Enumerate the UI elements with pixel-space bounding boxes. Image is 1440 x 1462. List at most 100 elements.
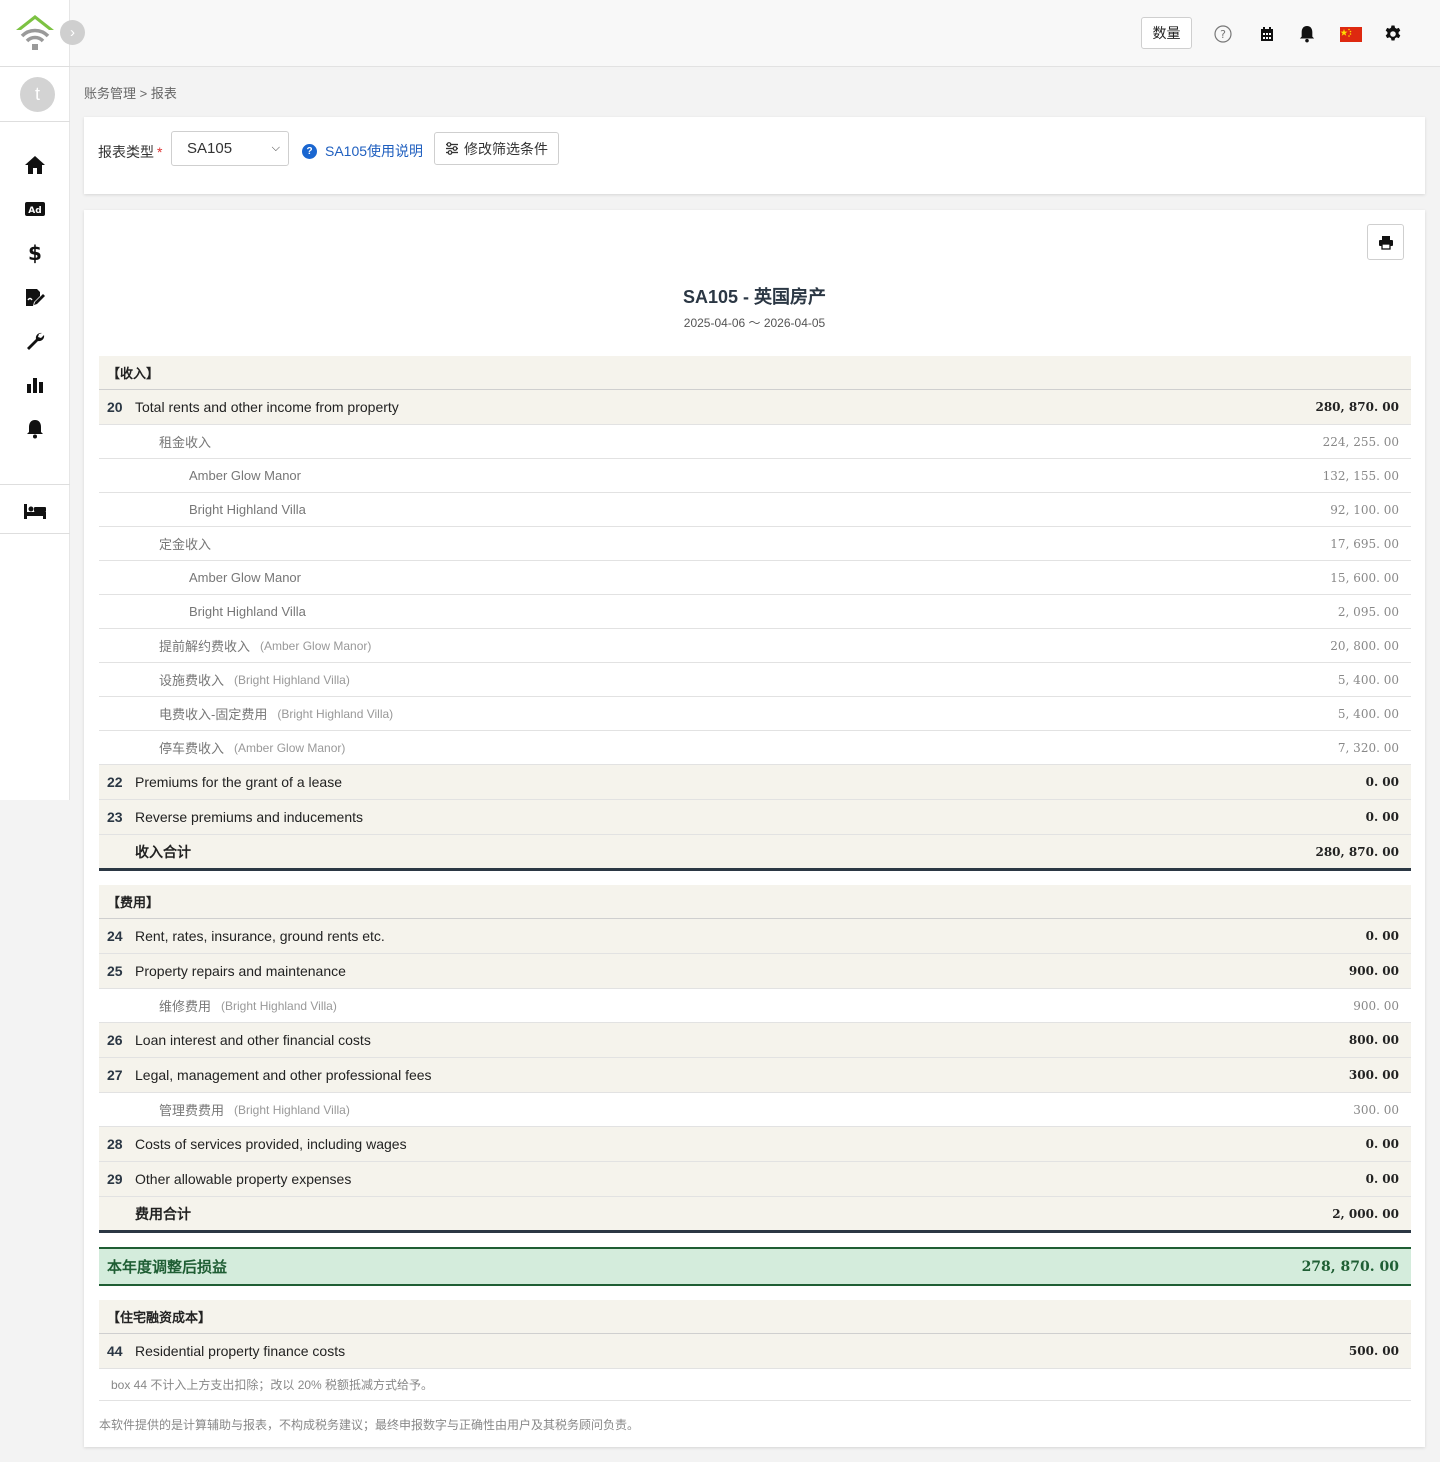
row-amount: 5, 400. 00 [1337, 706, 1399, 721]
row-amount: 132, 155. 00 [1322, 468, 1399, 483]
china-flag-icon[interactable] [1340, 24, 1362, 44]
modify-filter-button[interactable]: 修改筛选条件 [434, 132, 559, 165]
avatar[interactable]: t [20, 77, 55, 112]
row-label: 停车费收入 [159, 741, 225, 756]
row-label: Property repairs and maintenance [135, 963, 346, 979]
finance-cost-row: 44 Residential property finance costs 50… [99, 1334, 1411, 1369]
box-number: 20 [107, 399, 123, 415]
box-number: 23 [107, 809, 123, 825]
finance-section-header: 【住宅融资成本】 [99, 1300, 1411, 1334]
sidebar-divider [0, 66, 70, 67]
row-amount: 280, 870. 00 [1315, 400, 1399, 414]
disclaimer: 本软件提供的是计算辅助与报表，不构成税务建议；最终申报数字与正确性由用户及其税务… [99, 1418, 640, 1432]
table-sub-row: 定金收入 17, 695. 00 [99, 527, 1411, 561]
expense-total-label: 费用合计 [135, 1205, 191, 1222]
help-icon[interactable]: ? [1213, 24, 1233, 44]
finance-cost-amount: 500. 00 [1348, 1344, 1399, 1358]
report-card: SA105 - 英国房产 2025-04-06 ～ 2026-04-05 【收入… [84, 210, 1425, 1447]
expense-total-row: 费用合计 2, 000. 00 [99, 1197, 1411, 1233]
table-row: 25 Property repairs and maintenance 900. 0… [99, 954, 1411, 989]
sa105-help-link[interactable]: ? SA105使用说明 [302, 141, 423, 161]
sidebar: t Ad $ [0, 0, 70, 800]
home-icon[interactable] [23, 153, 47, 177]
income-rows: 20 Total rents and other income from prop… [99, 390, 1411, 835]
row-amount: 300. 00 [1353, 1102, 1399, 1117]
box-number: 24 [107, 928, 123, 944]
app-logo-icon[interactable] [14, 12, 56, 54]
ad-icon[interactable]: Ad [23, 197, 47, 221]
row-label: Bright Highland Villa [189, 604, 306, 619]
table-row: 26 Loan interest and other financial cost… [99, 1023, 1411, 1058]
expense-header-text: 【费用】 [107, 895, 160, 910]
row-amount: 0. 00 [1365, 929, 1399, 943]
row-amount: 224, 255. 00 [1322, 434, 1399, 449]
report-type-select[interactable]: SA105 ⌵ [171, 131, 289, 166]
wrench-icon[interactable] [23, 329, 47, 353]
table-sub-row: Bright Highland Villa 2, 095. 00 [99, 595, 1411, 629]
finance-header-text: 【住宅融资成本】 [107, 1310, 212, 1325]
property-name: (Bright Highland Villa) [234, 1102, 350, 1117]
row-label: Legal, management and other professional… [135, 1067, 432, 1083]
svg-text:?: ? [1220, 28, 1226, 41]
table-row: 27 Legal, management and other profession… [99, 1058, 1411, 1093]
row-amount: 20, 800. 00 [1330, 638, 1399, 653]
property-name: (Amber Glow Manor) [234, 740, 346, 755]
bell-icon[interactable] [23, 417, 47, 441]
sidebar-expand-button[interactable]: › [60, 20, 85, 45]
row-amount: 5, 400. 00 [1337, 672, 1399, 687]
report-type-label: 报表类型 * [98, 142, 162, 162]
income-total-label: 收入合计 [135, 843, 191, 860]
table-sub-row: Amber Glow Manor 132, 155. 00 [99, 459, 1411, 493]
income-section-header: 【收入】 [99, 356, 1411, 390]
table-row: 20 Total rents and other income from prop… [99, 390, 1411, 425]
calendar-icon[interactable] [1257, 24, 1277, 44]
table-sub-row: 设施费收入 (Bright Highland Villa) 5, 400. 00 [99, 663, 1411, 697]
finance-cost-label: Residential property finance costs [135, 1343, 346, 1359]
row-label: 电费收入-固定费用 [159, 707, 268, 722]
row-amount: 2, 095. 00 [1337, 604, 1399, 619]
row-label: Rent, rates, insurance, ground rents etc… [135, 928, 385, 944]
breadcrumb: 账务管理 > 报表 [84, 86, 177, 101]
income-header-text: 【收入】 [107, 366, 160, 381]
expense-total-amount: 2, 000. 00 [1332, 1206, 1399, 1221]
property-name: (Bright Highland Villa) [221, 998, 337, 1013]
row-label: Loan interest and other financial costs [135, 1032, 371, 1048]
property-name: (Amber Glow Manor) [260, 638, 372, 653]
row-label: 提前解约费收入 [159, 639, 251, 654]
table-sub-row: 租金收入 224, 255. 00 [99, 425, 1411, 459]
table-sub-row: 管理费费用 (Bright Highland Villa) 300. 00 [99, 1093, 1411, 1127]
row-amount: 0. 00 [1365, 1137, 1399, 1151]
box-number: 28 [107, 1136, 123, 1152]
box-number: 26 [107, 1032, 123, 1048]
chart-icon[interactable] [23, 373, 47, 397]
sidebar-divider [0, 484, 70, 485]
row-label: Amber Glow Manor [189, 570, 301, 585]
bell-icon[interactable] [1297, 24, 1317, 44]
net-profit-row: 本年度调整后损益 278, 870. 00 [99, 1247, 1411, 1286]
box-number: 22 [107, 774, 123, 790]
row-label: 定金收入 [159, 537, 212, 552]
print-button[interactable] [1367, 224, 1404, 260]
row-label: 租金收入 [159, 435, 212, 450]
table-sub-row: 维修费用 (Bright Highland Villa) 900. 00 [99, 989, 1411, 1023]
table-row: 24 Rent, rates, insurance, ground rents e… [99, 919, 1411, 954]
net-profit-label: 本年度调整后损益 [107, 1259, 228, 1276]
dollar-icon[interactable]: $ [23, 241, 47, 265]
row-amount: 0. 00 [1365, 810, 1399, 824]
bed-icon[interactable] [23, 499, 47, 523]
svg-text:$: $ [28, 242, 42, 264]
expense-rows: 24 Rent, rates, insurance, ground rents e… [99, 919, 1411, 1197]
gear-icon[interactable] [1383, 24, 1403, 44]
table-sub-row: Bright Highland Villa 92, 100. 00 [99, 493, 1411, 527]
quantity-button[interactable]: 数量 [1141, 17, 1192, 49]
row-amount: 300. 00 [1348, 1068, 1399, 1082]
row-label: Other allowable property expenses [135, 1171, 352, 1187]
table-sub-row: 电费收入-固定费用 (Bright Highland Villa) 5, 400. … [99, 697, 1411, 731]
row-amount: 900. 00 [1353, 998, 1399, 1013]
sa105-help-text: SA105使用说明 [325, 143, 424, 159]
report-title: SA105 - 英国房产 [682, 287, 827, 307]
table-row: 23 Reverse premiums and inducements 0. 00 [99, 800, 1411, 835]
signature-icon[interactable] [23, 285, 47, 309]
